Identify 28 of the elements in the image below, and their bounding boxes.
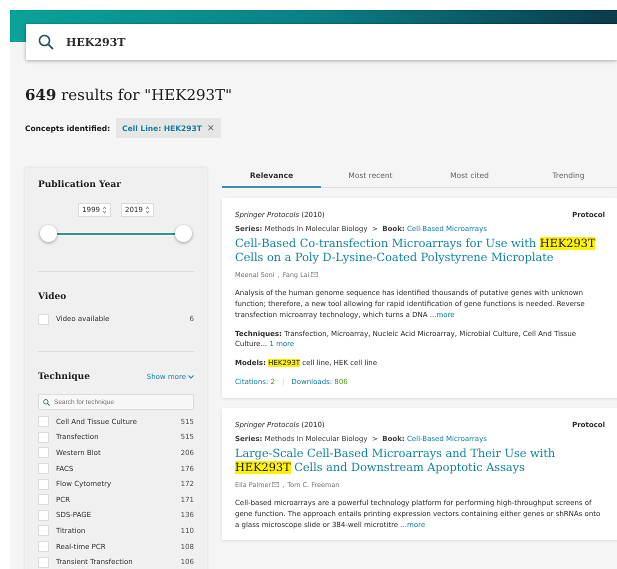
filter-title: Technique (38, 372, 90, 382)
checkbox[interactable] (38, 463, 49, 474)
filter-title: Video (38, 292, 68, 302)
search-icon (38, 34, 54, 50)
chevron-down-icon (188, 375, 194, 379)
checkbox[interactable] (38, 447, 49, 458)
search-icon (43, 398, 50, 406)
year-slider[interactable] (40, 225, 192, 243)
slider-handle[interactable] (40, 225, 57, 242)
results-heading: 649 results for "HEK293T" (25, 86, 233, 104)
checkbox[interactable] (38, 556, 49, 568)
result-title[interactable]: Large-Scale Cell-Based Microarrays and Their Use with HEK293T Cells and Downstream Apoptotic Assays (235, 446, 605, 475)
slider-handle[interactable] (175, 225, 192, 242)
checkbox[interactable] (38, 432, 49, 443)
checkbox[interactable] (38, 525, 49, 536)
checkbox[interactable] (38, 494, 49, 506)
remove-button[interactable]: ✕ (206, 123, 215, 133)
spinner-icon[interactable] (144, 206, 150, 214)
checkbox[interactable] (38, 478, 49, 490)
checkbox[interactable] (38, 541, 49, 552)
checkbox[interactable] (38, 314, 49, 324)
checkbox[interactable] (38, 510, 49, 521)
mail-icon[interactable] (310, 272, 318, 278)
search-field[interactable]: HEK293T (64, 34, 368, 50)
spinner-icon[interactable] (102, 206, 107, 214)
checkbox[interactable] (38, 416, 49, 428)
mail-icon[interactable] (272, 482, 280, 488)
filter-title: Publication Year (38, 180, 122, 190)
